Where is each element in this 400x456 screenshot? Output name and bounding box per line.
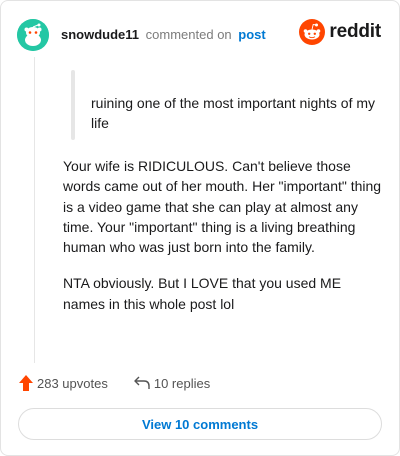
quote-bar — [71, 70, 75, 140]
user-avatar[interactable] — [17, 19, 49, 51]
reddit-avatar-icon — [17, 19, 49, 51]
comment-actions: 283 upvotes 10 replies — [19, 373, 210, 393]
reply-icon — [134, 376, 150, 389]
comment-header: snowdude11 commented on post reddit — [17, 17, 383, 53]
comment-paragraph: NTA obviously. But I LOVE that you used … — [63, 275, 342, 312]
username-link[interactable]: snowdude11 — [61, 27, 139, 42]
action-text: commented on — [145, 27, 232, 42]
replies-button[interactable]: 10 replies — [134, 376, 210, 391]
upvote-count: 283 upvotes — [37, 375, 108, 391]
comment-body: Your wife is RIDICULOUS. Can't believe t… — [63, 156, 385, 330]
reddit-wordmark: reddit — [329, 21, 381, 42]
view-comments-button[interactable]: View 10 comments — [18, 408, 382, 440]
post-link[interactable]: post — [238, 27, 265, 42]
upvote-arrow-icon — [19, 375, 33, 391]
comment-paragraph: Your wife is RIDICULOUS. Can't believe t… — [63, 158, 382, 256]
replies-count: 10 replies — [153, 375, 211, 391]
comment-card: snowdude11 commented on post reddit ruin… — [0, 0, 400, 456]
comment-meta: snowdude11 commented on post — [61, 27, 266, 43]
quoted-text: ruining one of the most important nights… — [91, 95, 376, 131]
reddit-logo[interactable]: reddit — [299, 19, 381, 45]
upvote-button[interactable]: 283 upvotes — [19, 375, 108, 391]
thread-line — [34, 57, 35, 363]
reddit-logo-icon — [299, 19, 326, 45]
